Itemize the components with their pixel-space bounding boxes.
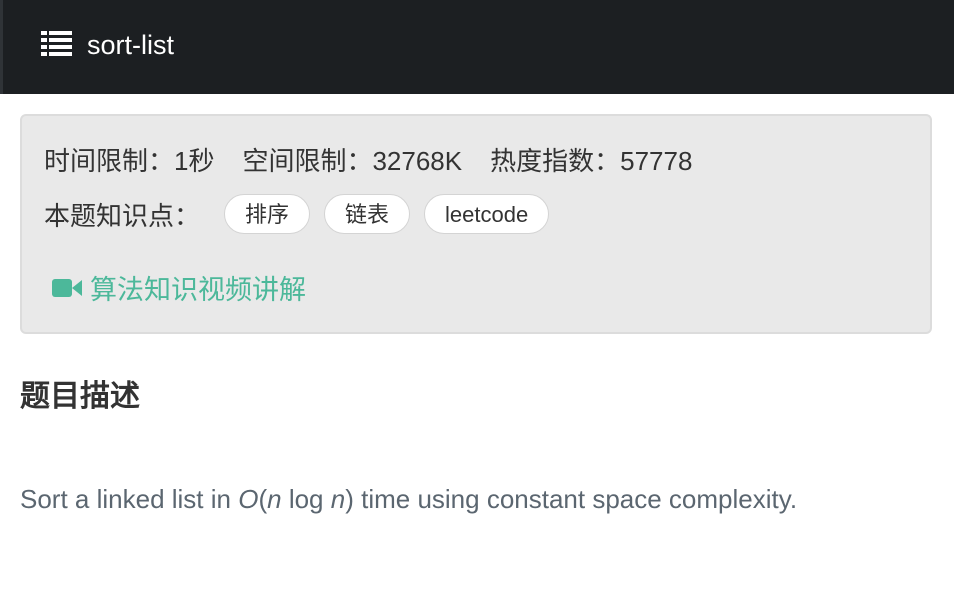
- problem-description: Sort a linked list in O(n log n) time us…: [20, 481, 797, 517]
- list-icon[interactable]: [41, 31, 72, 56]
- top-navbar: sort-list: [0, 0, 954, 94]
- video-link-label: 算法知识视频讲解: [90, 275, 306, 305]
- description-prefix: Sort a linked list in: [20, 484, 239, 514]
- description-suffix: ) time using constant space complexity.: [345, 484, 798, 514]
- heat-index: 热度指数：57778: [490, 146, 693, 176]
- tag-sort[interactable]: 排序: [224, 194, 311, 234]
- variable-n: n: [267, 484, 282, 514]
- video-explanation-link[interactable]: 算法知识视频讲解: [52, 268, 306, 307]
- big-o-symbol: O: [238, 484, 259, 514]
- log-text: log: [281, 484, 331, 514]
- space-limit: 空间限制：32768K: [242, 146, 463, 176]
- tag-linked-list[interactable]: 链表: [324, 194, 411, 234]
- problem-limits: 时间限制：1秒 空间限制：32768K 热度指数：57778: [44, 144, 692, 178]
- tags-label: 本题知识点：: [44, 200, 201, 231]
- open-paren: (: [258, 484, 268, 514]
- time-limit: 时间限制：1秒: [44, 146, 215, 176]
- section-title: 题目描述: [20, 380, 140, 413]
- problem-info-panel: 时间限制：1秒 空间限制：32768K 热度指数：57778 本题知识点： 排序 链…: [20, 114, 932, 334]
- tag-leetcode[interactable]: leetcode: [424, 194, 550, 234]
- variable-n: n: [330, 484, 346, 514]
- knowledge-tags: 本题知识点： 排序 链表 leetcode: [44, 192, 563, 236]
- video-camera-icon: [52, 278, 82, 297]
- page-title: sort-list: [87, 30, 174, 60]
